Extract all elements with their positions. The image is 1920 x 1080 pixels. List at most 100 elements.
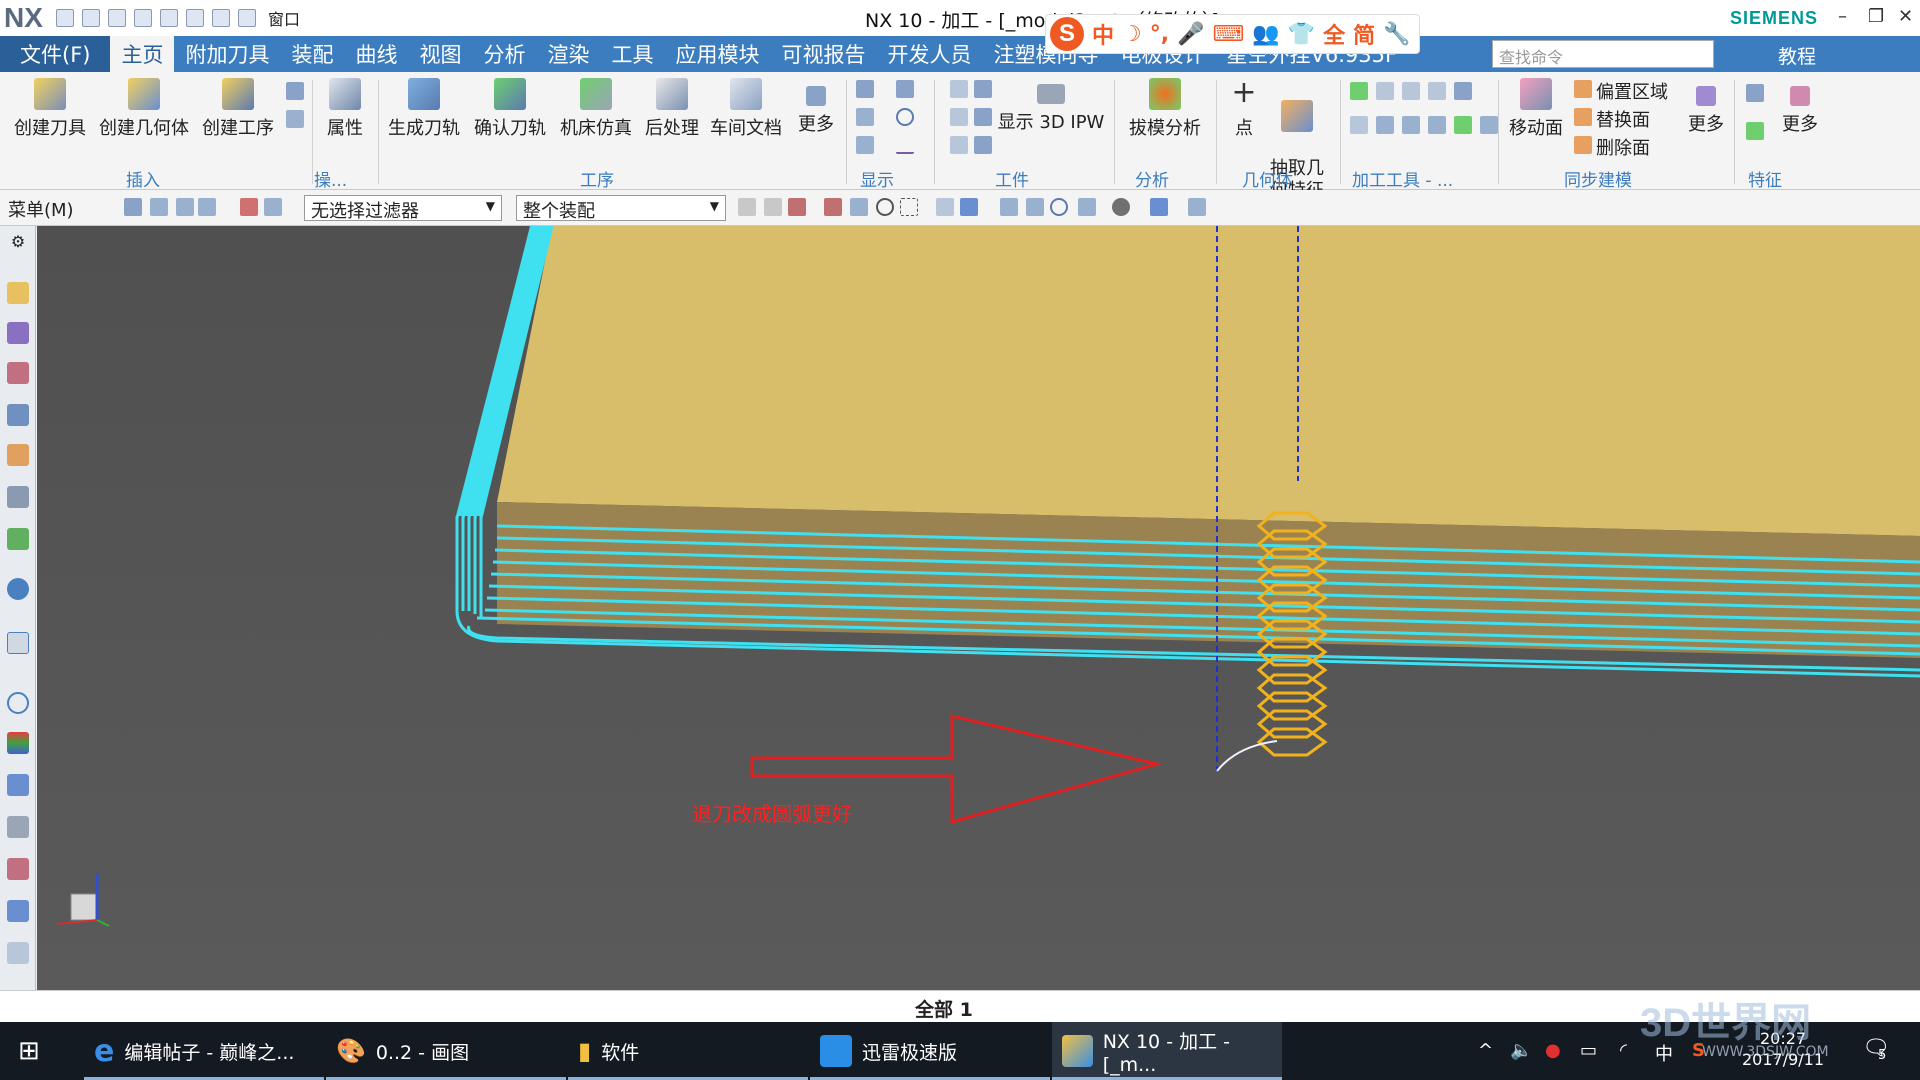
- gear-icon[interactable]: ⚙: [7, 232, 29, 254]
- mach-tool-icon-10[interactable]: [1454, 116, 1472, 134]
- sel-icon-6[interactable]: [264, 198, 282, 216]
- mach-tool-icon-9[interactable]: [1428, 116, 1446, 134]
- system-materials-icon[interactable]: [7, 900, 29, 922]
- group-ops[interactable]: 操...: [314, 166, 347, 191]
- snap-icon-4[interactable]: [824, 198, 842, 216]
- display-icon-6[interactable]: [896, 136, 914, 154]
- tutorial-link[interactable]: 教程: [1778, 42, 1816, 69]
- move-face-button[interactable]: 移动面: [1504, 78, 1568, 140]
- process-studio-icon[interactable]: [7, 774, 29, 796]
- info-icon[interactable]: [7, 578, 29, 600]
- delete-face-button[interactable]: 删除面: [1596, 134, 1650, 160]
- tab-extra-tools[interactable]: 附加刀具: [174, 36, 280, 72]
- offset-region-button[interactable]: 偏置区域: [1596, 78, 1668, 104]
- replace-face-button[interactable]: 替换面: [1596, 106, 1650, 132]
- view-icon-1[interactable]: [936, 198, 954, 216]
- battery-icon[interactable]: ▭: [1580, 1040, 1597, 1061]
- keyboard-icon[interactable]: ⌨: [1213, 22, 1245, 47]
- ime-mode[interactable]: 中: [1092, 18, 1114, 50]
- operation-navigator-icon[interactable]: [7, 282, 29, 304]
- minimize-button[interactable]: –: [1838, 6, 1847, 27]
- microphone-icon[interactable]: 🎤: [1177, 22, 1204, 47]
- punctuation-icon[interactable]: °,: [1150, 22, 1169, 47]
- tab-home[interactable]: 主页: [110, 36, 175, 72]
- more-operation-button[interactable]: 更多: [792, 78, 840, 136]
- system-scene-icon[interactable]: [7, 858, 29, 880]
- command-search-input[interactable]: 查找命令: [1492, 40, 1714, 68]
- shop-doc-button[interactable]: 车间文档: [706, 78, 786, 140]
- start-button[interactable]: ⊞: [18, 1022, 58, 1080]
- cut-icon[interactable]: [108, 9, 126, 27]
- group-workpiece[interactable]: 工件: [995, 166, 1029, 191]
- mach-tool-icon-2[interactable]: [1376, 82, 1394, 100]
- volume-icon[interactable]: 🔈: [1510, 1040, 1532, 1061]
- snap-icon-2[interactable]: [764, 198, 782, 216]
- part-navigator-icon[interactable]: [7, 362, 29, 384]
- create-geometry-button[interactable]: 创建几何体: [96, 78, 192, 140]
- point-button[interactable]: + 点: [1222, 78, 1266, 140]
- feature-icon-1[interactable]: [1746, 84, 1764, 102]
- more-sync-button[interactable]: 更多: [1684, 78, 1728, 136]
- ime-toolbar[interactable]: S 中 ☽ °, 🎤 ⌨ 👥 👕 全 简 🔧: [1045, 14, 1420, 54]
- tab-developer[interactable]: 开发人员: [876, 36, 982, 72]
- feature-icon-2[interactable]: [1746, 122, 1764, 140]
- user-icon[interactable]: 👥: [1252, 22, 1279, 47]
- snap-icon-1[interactable]: [738, 198, 756, 216]
- mach-tool-icon-6[interactable]: [1350, 116, 1368, 134]
- show-3d-ipw-button[interactable]: 显示 3D IPW: [996, 78, 1106, 134]
- selection-filter-dropdown[interactable]: 无选择过滤器 ▼: [304, 195, 502, 222]
- view-icon-5[interactable]: [1078, 198, 1096, 216]
- mach-tool-icon-5[interactable]: [1454, 82, 1472, 100]
- view-icon-6[interactable]: [1188, 198, 1206, 216]
- workpiece-icon-4[interactable]: [974, 108, 992, 126]
- wifi-icon[interactable]: ◜: [1620, 1040, 1627, 1061]
- snap-icon-6[interactable]: [876, 198, 894, 216]
- draft-analysis-button[interactable]: 拔模分析: [1120, 78, 1210, 140]
- tab-visual-report[interactable]: 可视报告: [770, 36, 876, 72]
- mach-tool-icon-7[interactable]: [1376, 116, 1394, 134]
- taskbar-item-browser[interactable]: e 编辑帖子 - 巅峰之...: [84, 1022, 324, 1080]
- view-icon-3[interactable]: [1000, 198, 1018, 216]
- workpiece-icon-3[interactable]: [950, 108, 968, 126]
- display-icon-3[interactable]: [856, 108, 874, 126]
- workpiece-icon-1[interactable]: [950, 80, 968, 98]
- render-style-icon[interactable]: [1112, 198, 1130, 216]
- group-display[interactable]: 显示: [860, 166, 894, 191]
- history-icon[interactable]: [7, 692, 29, 714]
- copy-icon[interactable]: [134, 9, 152, 27]
- tab-applications[interactable]: 应用模块: [664, 36, 770, 72]
- simplified-toggle[interactable]: 简: [1353, 18, 1375, 50]
- tab-view[interactable]: 视图: [408, 36, 472, 72]
- tab-tools[interactable]: 工具: [600, 36, 664, 72]
- sel-icon-5[interactable]: [240, 198, 258, 216]
- sel-icon-3[interactable]: [176, 198, 194, 216]
- more-feature-button[interactable]: 更多: [1778, 78, 1822, 136]
- repeat-command-icon[interactable]: [212, 9, 230, 27]
- create-tool-button[interactable]: 创建刀具: [10, 78, 90, 140]
- display-icon-1[interactable]: [856, 80, 874, 98]
- display-icon-5[interactable]: [856, 136, 874, 154]
- selection-scope-dropdown[interactable]: 整个装配 ▼: [516, 195, 726, 222]
- fullwidth-toggle[interactable]: 全: [1323, 18, 1345, 50]
- save-icon[interactable]: [56, 9, 74, 27]
- web-browser-icon[interactable]: [7, 528, 29, 550]
- snap-icon-3[interactable]: [788, 198, 806, 216]
- file-menu[interactable]: 文件(F): [0, 36, 111, 72]
- tray-chevron-icon[interactable]: ^: [1478, 1040, 1493, 1061]
- taskbar-item-paint[interactable]: 🎨 0..2 - 画图: [326, 1022, 566, 1080]
- group-operation[interactable]: 工序: [580, 166, 614, 191]
- mach-tool-icon-11[interactable]: [1480, 116, 1498, 134]
- sel-icon-1[interactable]: [124, 198, 142, 216]
- group-sync-model[interactable]: 同步建模: [1564, 166, 1632, 191]
- workpiece-icon-2[interactable]: [974, 80, 992, 98]
- machine-navigator-icon[interactable]: [7, 322, 29, 344]
- window-icon[interactable]: [238, 9, 256, 27]
- verify-toolpath-button[interactable]: 确认刀轨: [470, 78, 550, 140]
- taskbar-item-nx[interactable]: NX 10 - 加工 - [_m...: [1052, 1022, 1282, 1080]
- rotate-icon[interactable]: [1050, 198, 1068, 216]
- group-analysis[interactable]: 分析: [1135, 166, 1169, 191]
- workpiece-icon-6[interactable]: [974, 136, 992, 154]
- touch-mode-icon[interactable]: [186, 9, 204, 27]
- mach-tool-icon-3[interactable]: [1402, 82, 1420, 100]
- workpiece-icon-5[interactable]: [950, 136, 968, 154]
